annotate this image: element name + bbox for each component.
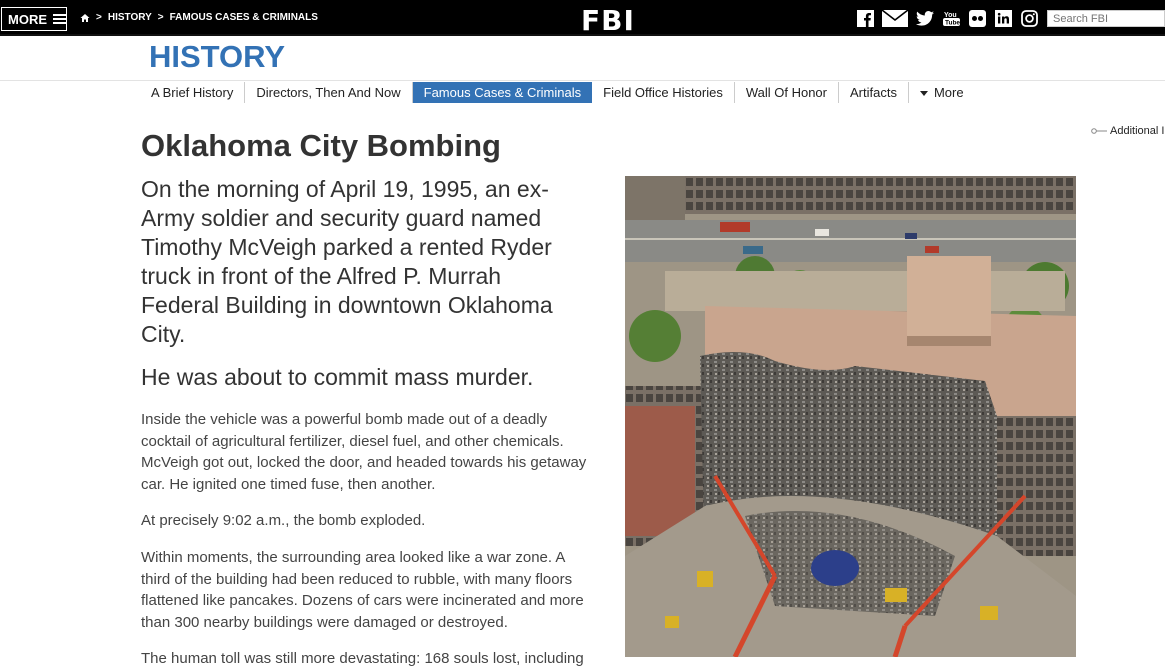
nav-item-famous-cases[interactable]: Famous Cases & Criminals bbox=[412, 82, 593, 103]
nav-item-directors[interactable]: Directors, Then And Now bbox=[245, 82, 413, 103]
article-paragraph: The human toll was still more devastatin… bbox=[141, 650, 584, 667]
top-bar: MORE > HISTORY > FAMOUS CASES & CRIMINAL… bbox=[0, 0, 1165, 37]
article-lead-secondary: He was about to commit mass murder. bbox=[141, 364, 534, 390]
caret-down-icon bbox=[919, 91, 928, 97]
breadcrumb: > HISTORY > FAMOUS CASES & CRIMINALS bbox=[80, 12, 318, 23]
section-nav: A Brief History Directors, Then And Now … bbox=[140, 82, 975, 103]
hamburger-icon bbox=[53, 14, 66, 24]
article-title: Oklahoma City Bombing bbox=[141, 128, 501, 163]
svg-text:Tube: Tube bbox=[945, 20, 960, 27]
section-title[interactable]: HISTORY bbox=[149, 39, 285, 75]
article-paragraph: Inside the vehicle was a powerful bomb m… bbox=[141, 411, 587, 493]
flickr-icon[interactable] bbox=[968, 9, 986, 27]
divider bbox=[0, 80, 1165, 81]
home-icon[interactable] bbox=[80, 13, 90, 23]
social-links: You Tube bbox=[856, 9, 1038, 27]
breadcrumb-history[interactable]: HISTORY bbox=[108, 12, 152, 23]
youtube-icon[interactable]: You Tube bbox=[942, 9, 960, 27]
link-line-icon bbox=[1091, 125, 1107, 137]
more-menu-button[interactable]: MORE bbox=[1, 7, 67, 31]
email-icon[interactable] bbox=[882, 9, 908, 27]
breadcrumb-separator: > bbox=[157, 12, 164, 23]
more-label: MORE bbox=[8, 11, 47, 27]
additional-info-label: Additional In bbox=[1110, 125, 1165, 137]
search-input[interactable] bbox=[1047, 10, 1165, 27]
breadcrumb-famous-cases[interactable]: FAMOUS CASES & CRIMINALS bbox=[170, 12, 318, 23]
facebook-icon[interactable] bbox=[856, 9, 874, 27]
additional-info-link[interactable]: Additional In bbox=[1091, 125, 1165, 137]
nav-item-more[interactable]: More bbox=[909, 82, 975, 103]
nav-item-artifacts[interactable]: Artifacts bbox=[839, 82, 909, 103]
article-lead: On the morning of April 19, 1995, an ex-… bbox=[141, 176, 553, 347]
nav-item-field-office-histories[interactable]: Field Office Histories bbox=[592, 82, 735, 103]
linkedin-icon[interactable] bbox=[994, 9, 1012, 27]
murrah-building-aerial-photo bbox=[625, 176, 1076, 657]
breadcrumb-separator: > bbox=[96, 12, 102, 23]
nav-item-wall-of-honor[interactable]: Wall Of Honor bbox=[735, 82, 839, 103]
nav-more-label: More bbox=[933, 85, 964, 100]
article-paragraph: Within moments, the surrounding area loo… bbox=[141, 549, 584, 631]
fbi-logo[interactable]: FBI bbox=[581, 4, 635, 37]
instagram-icon[interactable] bbox=[1020, 9, 1038, 27]
twitter-icon[interactable] bbox=[916, 9, 934, 27]
nav-item-brief-history[interactable]: A Brief History bbox=[140, 82, 246, 103]
svg-text:You: You bbox=[944, 12, 957, 19]
article-paragraph: At precisely 9:02 a.m., the bomb explode… bbox=[141, 512, 426, 529]
